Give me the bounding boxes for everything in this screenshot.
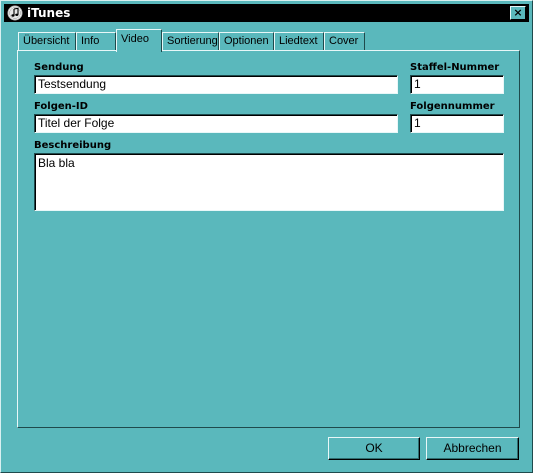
tab-label: Sortierung bbox=[167, 35, 218, 47]
title-bar[interactable]: iTunes × bbox=[4, 4, 529, 22]
video-tab-panel: Sendung Testsendung Staffel-Nummer 1 Fol… bbox=[17, 50, 520, 428]
folgennummer-input[interactable]: 1 bbox=[410, 114, 504, 133]
close-button[interactable]: × bbox=[510, 6, 526, 20]
tab-label: Liedtext bbox=[279, 35, 318, 47]
close-icon: × bbox=[513, 6, 523, 19]
itunes-info-dialog: iTunes × Übersicht Info Video Sortierung… bbox=[0, 0, 533, 473]
sendung-input[interactable]: Testsendung bbox=[34, 75, 398, 94]
tab-label: Info bbox=[81, 35, 100, 47]
tab-info[interactable]: Info bbox=[76, 32, 116, 51]
tab-label: Video bbox=[121, 33, 149, 45]
staffel-nummer-label: Staffel-Nummer bbox=[410, 62, 500, 73]
itunes-icon bbox=[7, 5, 23, 21]
tab-optionen[interactable]: Optionen bbox=[219, 32, 274, 51]
tab-liedtext[interactable]: Liedtext bbox=[274, 32, 324, 51]
sendung-label: Sendung bbox=[34, 62, 84, 73]
folgen-id-input[interactable]: Titel der Folge bbox=[34, 114, 398, 133]
cancel-button-label: Abbrechen bbox=[443, 441, 502, 455]
cancel-button[interactable]: Abbrechen bbox=[426, 437, 519, 460]
folgennummer-label: Folgennummer bbox=[410, 101, 495, 112]
folgen-id-label: Folgen-ID bbox=[34, 101, 88, 112]
window-title: iTunes bbox=[27, 6, 71, 20]
beschreibung-label: Beschreibung bbox=[34, 140, 112, 151]
tab-cover[interactable]: Cover bbox=[324, 32, 365, 51]
tab-sortierung[interactable]: Sortierung bbox=[162, 32, 219, 51]
tab-label: Optionen bbox=[224, 35, 269, 47]
staffel-nummer-input[interactable]: 1 bbox=[410, 75, 504, 94]
beschreibung-textarea[interactable]: Bla bla bbox=[34, 153, 504, 211]
tab-label: Übersicht bbox=[23, 35, 70, 47]
ok-button[interactable]: OK bbox=[328, 437, 420, 460]
tab-label: Cover bbox=[329, 35, 359, 47]
tab-video[interactable]: Video bbox=[116, 29, 162, 52]
ok-button-label: OK bbox=[365, 441, 383, 455]
tab-uebersicht[interactable]: Übersicht bbox=[18, 32, 76, 51]
